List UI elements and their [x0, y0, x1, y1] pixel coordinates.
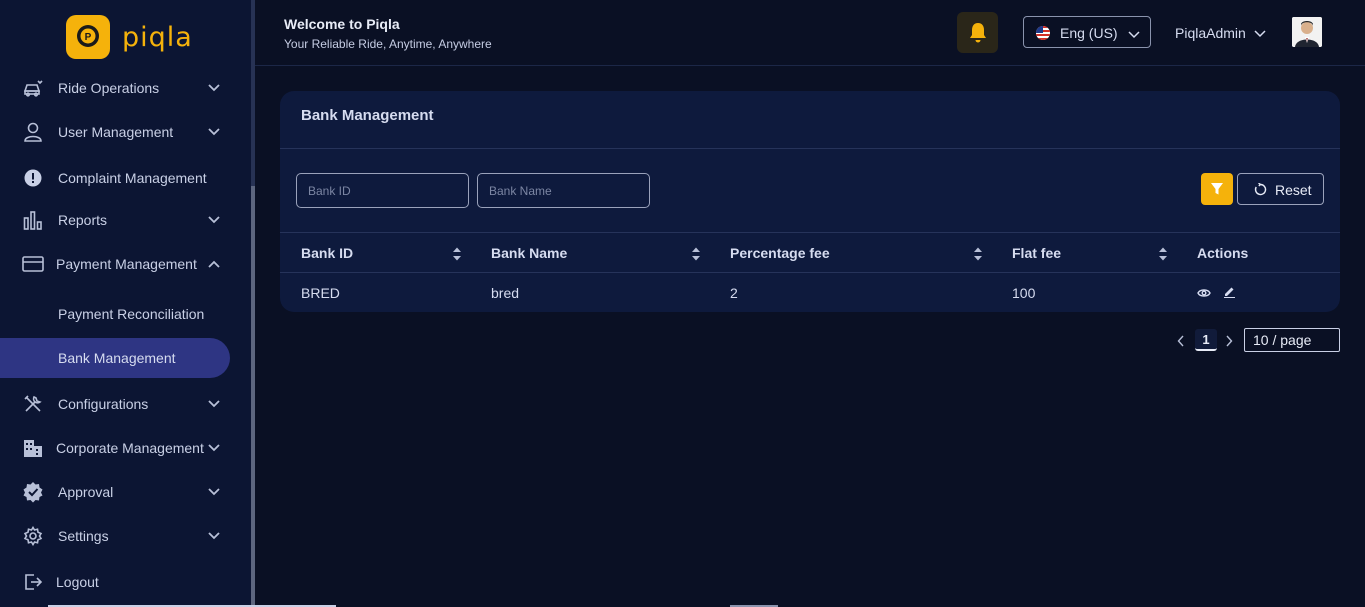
sidebar-item-corporate-management[interactable]: Corporate Management — [0, 428, 251, 468]
user-menu-name[interactable]: PiqlaAdmin — [1175, 25, 1246, 41]
bell-icon — [969, 22, 986, 42]
sidebar-item-label: User Management — [58, 124, 174, 140]
pagination-next-icon[interactable] — [1225, 334, 1233, 352]
welcome-subtitle: Your Reliable Ride, Anytime, Anywhere — [284, 37, 492, 51]
sidebar-item-label: Reports — [58, 212, 108, 228]
column-header-flat-fee[interactable]: Flat fee — [1012, 245, 1061, 261]
brand-logo[interactable]: P piqla — [66, 15, 193, 59]
sidebar-item-label: Ride Operations — [58, 80, 160, 96]
sidebar-item-label: Logout — [56, 574, 99, 590]
column-header-bank-name[interactable]: Bank Name — [491, 245, 567, 261]
bank-management-card: Bank Management Reset Bank ID Bank Name … — [280, 91, 1340, 312]
sidebar-item-reports[interactable]: Reports — [0, 200, 251, 240]
page-size-select[interactable]: 10 / page — [1244, 328, 1340, 352]
brand-name: piqla — [122, 21, 193, 53]
reload-icon — [1254, 182, 1267, 201]
sidebar-item-label: Settings — [58, 528, 109, 544]
credit-card-icon — [22, 253, 44, 275]
sidebar-item-label: Bank Management — [58, 350, 176, 366]
sort-icon[interactable] — [691, 246, 701, 262]
pagination-prev-icon[interactable] — [1177, 334, 1185, 352]
column-header-actions: Actions — [1197, 245, 1249, 261]
avatar[interactable] — [1292, 17, 1322, 47]
sidebar-item-payment-reconciliation[interactable]: Payment Reconciliation — [0, 294, 251, 334]
sidebar-item-user-management[interactable]: User Management — [0, 112, 251, 152]
edit-icon[interactable] — [1223, 285, 1236, 303]
user-menu-chevron-icon[interactable] — [1254, 25, 1266, 43]
bank-id-filter[interactable] — [296, 173, 469, 208]
chevron-down-icon — [207, 397, 221, 411]
language-select[interactable]: Eng (US) — [1023, 16, 1151, 48]
chevron-down-icon — [207, 485, 221, 499]
us-flag-icon — [1036, 26, 1050, 40]
tools-icon — [22, 393, 44, 415]
logout-icon — [22, 571, 44, 593]
alert-circle-icon — [22, 167, 44, 189]
sidebar-scrollbar[interactable] — [251, 0, 255, 607]
scrollbar-thumb[interactable] — [251, 186, 255, 607]
cell-bank-name: bred — [491, 285, 520, 301]
sidebar-item-payment-management[interactable]: Payment Management — [0, 244, 251, 284]
chevron-down-icon — [1128, 26, 1140, 44]
sort-icon[interactable] — [452, 246, 462, 262]
reset-button[interactable]: Reset — [1237, 173, 1324, 205]
filter-icon — [1211, 183, 1223, 195]
sidebar-item-approval[interactable]: Approval — [0, 472, 251, 512]
chevron-down-icon — [207, 125, 221, 139]
badge-check-icon — [22, 481, 44, 503]
cell-percentage-fee: 2 — [730, 285, 738, 301]
building-icon — [22, 437, 44, 459]
bank-name-input[interactable] — [478, 174, 649, 207]
reset-label: Reset — [1275, 182, 1312, 198]
chevron-up-icon — [207, 257, 221, 271]
sidebar-item-ride-operations[interactable]: Ride Operations — [0, 68, 251, 108]
car-icon — [22, 77, 44, 99]
chevron-down-icon — [207, 441, 221, 455]
table-header: Bank ID Bank Name Percentage fee Flat fe… — [280, 232, 1340, 273]
sidebar-item-label: Configurations — [58, 396, 149, 412]
chevron-down-icon — [207, 529, 221, 543]
sort-icon[interactable] — [973, 246, 983, 262]
language-value: Eng (US) — [1060, 25, 1118, 41]
top-header: Welcome to Piqla Your Reliable Ride, Any… — [255, 0, 1365, 66]
sidebar-item-label: Payment Reconciliation — [58, 306, 205, 322]
sidebar-item-label: Complaint Management — [58, 170, 207, 186]
sidebar-item-bank-management[interactable]: Bank Management — [0, 338, 230, 378]
bank-id-input[interactable] — [297, 174, 468, 207]
column-header-percentage-fee[interactable]: Percentage fee — [730, 245, 830, 261]
notifications-button[interactable] — [957, 12, 998, 53]
chevron-down-icon — [207, 81, 221, 95]
page-title: Bank Management — [301, 107, 434, 124]
sidebar-item-settings[interactable]: Settings — [0, 516, 251, 556]
svg-text:P: P — [85, 32, 92, 43]
user-icon — [22, 121, 44, 143]
column-header-bank-id[interactable]: Bank ID — [301, 245, 353, 261]
bank-name-filter[interactable] — [477, 173, 650, 208]
sidebar-item-configurations[interactable]: Configurations — [0, 384, 251, 424]
sidebar-item-complaint-management[interactable]: Complaint Management — [0, 158, 251, 198]
sort-icon[interactable] — [1158, 246, 1168, 262]
sidebar: P piqla Ride Operations User Management — [0, 0, 251, 607]
filter-button[interactable] — [1201, 173, 1233, 205]
sidebar-item-label: Approval — [58, 484, 114, 500]
divider — [280, 148, 1340, 149]
pagination-page-1[interactable]: 1 — [1195, 329, 1217, 351]
logo-badge-icon: P — [66, 15, 110, 59]
cell-bank-id: BRED — [301, 285, 340, 301]
view-icon[interactable] — [1197, 286, 1211, 304]
chevron-down-icon — [207, 213, 221, 227]
bar-chart-icon — [22, 209, 44, 231]
sidebar-item-label: Payment Management — [56, 256, 197, 272]
gear-icon — [22, 525, 44, 547]
sidebar-item-label: Corporate Management — [56, 440, 204, 456]
cell-flat-fee: 100 — [1012, 285, 1036, 301]
welcome-title: Welcome to Piqla — [284, 16, 400, 32]
sidebar-item-logout[interactable]: Logout — [0, 562, 251, 602]
